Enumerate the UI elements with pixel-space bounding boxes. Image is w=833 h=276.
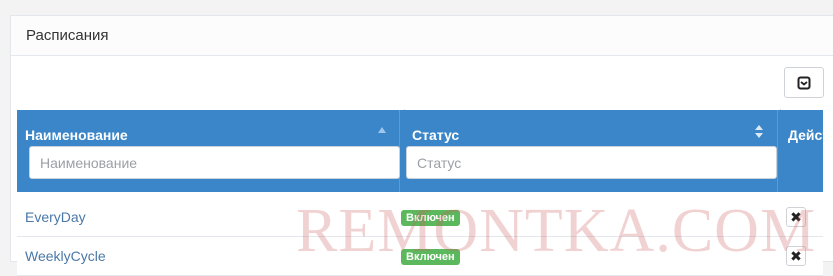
column-header-status[interactable]: Статус	[412, 127, 459, 143]
delete-icon: ✖	[790, 208, 802, 225]
save-icon	[797, 76, 811, 89]
column-separator	[777, 110, 778, 192]
status-badge: Включен	[401, 210, 460, 226]
sort-both-icon[interactable]	[754, 124, 764, 140]
delete-button[interactable]: ✖	[786, 246, 806, 266]
column-header-name[interactable]: Наименование	[25, 127, 128, 143]
schedule-name-link[interactable]: EveryDay	[25, 209, 86, 225]
name-filter-input[interactable]	[29, 146, 400, 179]
status-badge: Включен	[401, 249, 460, 265]
toolbar-save-button[interactable]	[784, 67, 824, 98]
panel-title: Расписания	[26, 27, 109, 44]
column-header-actions: Действ	[788, 127, 833, 143]
panel-header: Расписания	[11, 16, 833, 56]
table-row: WeeklyCycle Включен ✖	[17, 237, 823, 276]
status-filter-input[interactable]	[406, 146, 777, 179]
sort-ascending-icon[interactable]	[378, 127, 386, 133]
table-header: Наименование Статус Действ	[17, 110, 833, 192]
table-row: EveryDay Включен ✖	[17, 198, 823, 237]
delete-button[interactable]: ✖	[786, 207, 806, 227]
